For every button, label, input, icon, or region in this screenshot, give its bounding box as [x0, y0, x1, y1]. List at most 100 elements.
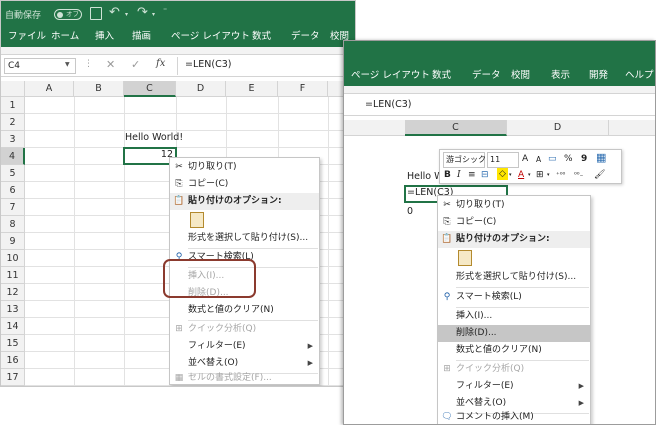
menu-insert[interactable]: 挿入(I)... [438, 308, 590, 325]
divider [177, 57, 178, 75]
merge-center-icon[interactable]: ⊟ [481, 168, 489, 182]
customize-qat-icon[interactable]: ⁼ [163, 6, 167, 15]
column-header-d[interactable]: D [507, 120, 609, 136]
format-table-icon[interactable]: ▦ [596, 151, 606, 165]
menu-quick-analysis[interactable]: ⊞ クイック分析(Q) [170, 321, 319, 338]
row-header[interactable]: 14 [1, 318, 25, 335]
paste-icon: 📋 [173, 196, 185, 206]
align-center-icon[interactable]: ≡ [468, 168, 476, 182]
tab-help[interactable]: ヘルプ [625, 66, 654, 86]
undo-icon[interactable]: ↶ [109, 5, 120, 20]
font-size-box[interactable]: 11 [487, 152, 519, 168]
formula-input[interactable]: =LEN(C3) [185, 59, 231, 70]
tab-file[interactable]: ファイル [8, 27, 46, 47]
borders-dropdown-icon[interactable]: ▾ [547, 168, 550, 182]
tab-data[interactable]: データ [291, 27, 320, 47]
redo-icon[interactable]: ↷ [137, 5, 148, 20]
row-header[interactable]: 8 [1, 216, 25, 233]
paste-button-icon[interactable] [458, 250, 472, 266]
column-header-e[interactable]: E [226, 81, 278, 97]
tab-home[interactable]: ホーム [51, 27, 79, 47]
fill-color-dropdown-icon[interactable]: ▾ [509, 168, 512, 182]
cell-c3[interactable]: Hello World! [125, 132, 183, 143]
menu-filter[interactable]: フィルター(E) ▶ [438, 378, 590, 395]
menu-smart-lookup[interactable]: ⚲ スマート検索(L) [438, 289, 590, 306]
row-header[interactable]: 3 [1, 131, 25, 148]
tab-draw[interactable]: 描画 [132, 27, 151, 47]
column-header-e[interactable] [609, 120, 655, 136]
menu-paste-special[interactable]: 形式を選択して貼り付け(S)... [170, 230, 319, 247]
tab-review[interactable]: 校閲 [511, 66, 530, 86]
formula-input[interactable]: =LEN(C3) [365, 99, 411, 110]
row-header[interactable]: 16 [1, 352, 25, 369]
row-header[interactable]: 10 [1, 250, 25, 267]
row-header[interactable]: 1 [1, 97, 25, 114]
italic-icon[interactable]: I [457, 168, 461, 182]
tab-view[interactable]: 表示 [551, 66, 570, 86]
excel-window-front: ページ レイアウト 数式 データ 校閲 表示 開発 ヘルプ =LEN(C3) C… [343, 40, 656, 425]
tab-page-layout[interactable]: ページ レイアウト [351, 66, 430, 86]
cell-c4[interactable]: 12 [125, 149, 173, 160]
tab-developer[interactable]: 開発 [589, 66, 608, 86]
row-header[interactable]: 9 [1, 233, 25, 250]
bold-icon[interactable]: B [444, 168, 451, 182]
column-header-a[interactable]: A [25, 81, 74, 97]
menu-quick-analysis[interactable]: ⊞ クイック分析(Q) [438, 361, 590, 378]
increase-decimal-icon[interactable]: ⁺⁰⁰ [556, 168, 565, 182]
menu-format-cells[interactable]: ▦ セルの書式設定(F)... [170, 370, 319, 386]
menu-cut[interactable]: ✂ 切り取り(T) [438, 197, 590, 214]
borders-icon[interactable]: ⊞ [536, 168, 544, 182]
row-header[interactable]: 15 [1, 335, 25, 352]
row-header[interactable]: 7 [1, 199, 25, 216]
percent-style-icon[interactable]: % [564, 152, 573, 166]
column-header-b[interactable]: B [74, 81, 124, 97]
column-header-d[interactable]: D [176, 81, 226, 97]
tab-data[interactable]: データ [472, 66, 501, 86]
name-box-dropdown-icon[interactable]: ▼ [65, 61, 70, 68]
menu-clear-contents[interactable]: 数式と値のクリア(N) [438, 342, 590, 359]
row-header[interactable]: 6 [1, 182, 25, 199]
column-header-c[interactable]: C [405, 120, 507, 136]
row-header[interactable]: 13 [1, 301, 25, 318]
format-painter-icon[interactable]: 🖌 [594, 168, 605, 182]
insert-function-icon[interactable]: fx [156, 58, 165, 69]
menu-insert-comment[interactable]: 🗨 コメントの挿入(M) [438, 409, 590, 424]
save-icon[interactable] [90, 7, 102, 20]
menu-filter[interactable]: フィルター(E) ▶ [170, 338, 319, 355]
cancel-icon[interactable]: ✕ [106, 58, 115, 71]
font-shrink-icon[interactable]: A [536, 153, 541, 167]
submenu-arrow-icon: ▶ [307, 342, 313, 350]
accounting-format-icon[interactable]: ▭ [548, 152, 557, 166]
menu-copy[interactable]: ⎘ コピー(C) [170, 176, 319, 193]
tab-formulas[interactable]: 数式 [252, 27, 271, 47]
column-header-c[interactable]: C [124, 81, 176, 97]
font-name-box[interactable]: 游ゴシック [443, 152, 486, 168]
undo-dropdown-icon[interactable]: ▾ [125, 11, 128, 18]
column-header-f[interactable]: F [278, 81, 328, 97]
row-header[interactable]: 2 [1, 114, 25, 131]
cell-c5[interactable]: 0 [407, 206, 413, 217]
row-header[interactable]: 5 [1, 165, 25, 182]
menu-delete[interactable]: 削除(D)... [438, 325, 590, 342]
row-header[interactable]: 12 [1, 284, 25, 301]
comma-style-icon[interactable]: 9 [581, 152, 587, 166]
menu-cut[interactable]: ✂ 切り取り(T) [170, 159, 319, 176]
tab-insert[interactable]: 挿入 [95, 27, 114, 47]
select-all-corner[interactable] [1, 81, 25, 97]
font-color-dropdown-icon[interactable]: ▾ [528, 168, 531, 182]
redo-dropdown-icon[interactable]: ▾ [152, 11, 155, 18]
tab-formulas[interactable]: 数式 [432, 66, 451, 86]
menu-clear-contents[interactable]: 数式と値のクリア(N) [170, 302, 319, 319]
row-header[interactable]: 11 [1, 267, 25, 284]
paste-button-icon[interactable] [190, 212, 204, 228]
row-header[interactable]: 17 [1, 369, 25, 386]
row-header[interactable]: 4 [1, 148, 25, 165]
decrease-decimal-icon[interactable]: ⁰⁰₋ [574, 168, 583, 182]
enter-icon[interactable]: ✓ [131, 58, 140, 71]
menu-copy[interactable]: ⎘ コピー(C) [438, 214, 590, 231]
font-color-icon[interactable]: A [518, 168, 524, 182]
fill-color-icon[interactable]: ◇ [497, 168, 508, 180]
menu-paste-special[interactable]: 形式を選択して貼り付け(S)... [438, 269, 590, 286]
font-grow-icon[interactable]: A [522, 152, 528, 166]
tab-page-layout[interactable]: ページ レイアウト [171, 27, 250, 47]
